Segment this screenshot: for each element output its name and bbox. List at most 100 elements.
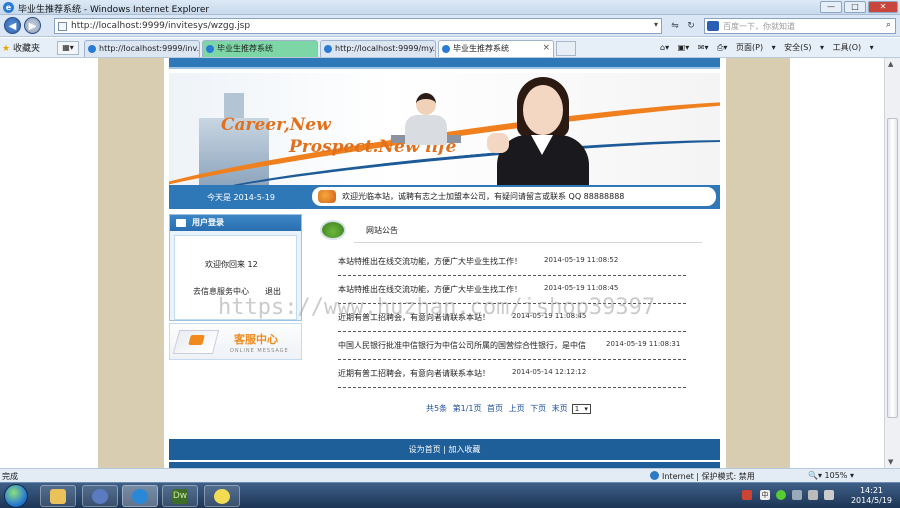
news-title: 网站公告 xyxy=(366,226,398,235)
address-field[interactable]: http://localhost:9999/invitesys/wzgg.jsp… xyxy=(54,18,662,34)
tab-4-active[interactable]: 毕业生推荐系统 × xyxy=(438,40,554,57)
page-select[interactable]: 1 ▾ xyxy=(571,404,591,414)
maximize-button[interactable]: □ xyxy=(844,1,866,13)
taskbar-dreamweaver[interactable]: Dw xyxy=(162,485,198,507)
address-toolbar: ◀ ▶ http://localhost:9999/invitesys/wzgg… xyxy=(0,15,900,37)
minimize-button[interactable]: — xyxy=(820,1,842,13)
taskbar-sticky[interactable] xyxy=(204,485,240,507)
favorites-button[interactable]: ★ 收藏夹 xyxy=(2,41,40,54)
search-icon[interactable]: ⌕ xyxy=(886,20,891,30)
favorites-label: 收藏夹 xyxy=(12,44,40,54)
info-bar: 今天是 2014-5-19 欢迎光临本站，诚聘有志之士加盟本公司，有疑问请留言或… xyxy=(169,185,720,209)
close-button[interactable]: ✕ xyxy=(868,1,898,13)
command-menus[interactable]: 页面(P) ▾ 安全(S) ▾ 工具(O) ▾ xyxy=(736,43,874,52)
window-titlebar: e 毕业生推荐系统 - Windows Internet Explorer — … xyxy=(0,0,900,15)
quick-tabs-icon[interactable]: ▦▾ xyxy=(57,41,79,55)
news-icon xyxy=(320,220,346,240)
globe-icon xyxy=(650,471,659,480)
tab-bar: ★ 收藏夹 ▦▾ http://localhost:9999/inv... 毕业… xyxy=(0,38,900,58)
page-bg-left xyxy=(98,58,164,468)
scroll-down-icon[interactable]: ▼ xyxy=(888,458,893,466)
banner-line1: Career,New xyxy=(221,115,331,135)
ie-icon xyxy=(132,489,148,504)
dreamweaver-icon: Dw xyxy=(172,489,188,504)
volume-icon[interactable] xyxy=(824,490,834,500)
tab-3[interactable]: http://localhost:9999/my... xyxy=(320,40,436,57)
media-player-icon xyxy=(92,489,108,504)
print-icon[interactable]: ⎙▾ xyxy=(717,43,727,52)
speaker-icon xyxy=(318,190,336,203)
tab-close-icon[interactable]: × xyxy=(542,41,550,56)
network-icon[interactable] xyxy=(792,490,802,500)
command-bar[interactable]: ⌂▾ ▣▾ ✉▾ ⎙▾ 页面(P) ▾ 安全(S) ▾ 工具(O) ▾ xyxy=(660,42,874,53)
ie-tab-icon xyxy=(324,45,332,53)
ie-tab-icon xyxy=(88,45,96,53)
news-item[interactable]: 近期有普工招聘会，有意向者请联系本站！ 2014-05-14 12:12:12 xyxy=(338,364,686,388)
forward-button[interactable]: ▶ xyxy=(24,17,41,34)
ime-icon[interactable]: 中 xyxy=(760,490,770,500)
back-button[interactable]: ◀ xyxy=(4,17,21,34)
ie-tab-icon xyxy=(206,45,214,53)
tray-update-icon[interactable] xyxy=(776,490,786,500)
welcome-text: 欢迎你回来 12 xyxy=(205,260,258,269)
pager[interactable]: 共5条 第1/1页 首页 上页 下页 末页 1 ▾ xyxy=(426,403,591,414)
tab-1[interactable]: http://localhost:9999/inv... xyxy=(84,40,200,57)
clock[interactable]: 14:21 2014/5/19 xyxy=(851,486,892,506)
taskbar-media[interactable] xyxy=(82,485,118,507)
mail-icon[interactable]: ✉▾ xyxy=(698,43,709,52)
star-icon: ★ xyxy=(2,44,11,54)
tab-2[interactable]: 毕业生推荐系统 xyxy=(202,40,318,57)
marquee-message: 欢迎光临本站，诚聘有志之士加盟本公司，有疑问请留言或联系 QQ 88888888 xyxy=(312,187,716,206)
security-zone[interactable]: Internet | 保护模式: 禁用 xyxy=(650,471,755,482)
banner-person-small xyxy=(391,93,461,153)
watermark-text: https://www.huzhan.com/ishop39397 xyxy=(218,295,656,320)
taskbar-ie[interactable] xyxy=(122,485,158,507)
new-tab-button[interactable] xyxy=(556,41,576,56)
taskbar-explorer[interactable] xyxy=(40,485,76,507)
service-title: 客服中心 xyxy=(234,333,278,346)
sticky-notes-icon xyxy=(214,489,230,504)
refresh-icon[interactable]: ↻ xyxy=(683,18,699,34)
service-subtitle: ONLINE MESSAGE xyxy=(230,348,289,354)
baidu-icon xyxy=(707,21,719,31)
news-item[interactable]: 本站特推出在线交流功能，方便广大毕业生找工作！ 2014-05-19 11:08:… xyxy=(338,252,686,276)
scroll-thumb[interactable] xyxy=(887,118,898,418)
start-button[interactable] xyxy=(4,484,28,508)
status-bar: 完成 Internet | 保护模式: 禁用 🔍▾ 105% ▾ xyxy=(0,468,900,482)
search-placeholder: 百度一下，你就知道 xyxy=(723,22,795,31)
ie-logo-icon: e xyxy=(3,2,14,13)
news-item[interactable]: 中国人民银行批准中信银行为中信公司所属的国营综合性银行，是中信 2014-05-1… xyxy=(338,336,686,360)
tray-app-icon[interactable] xyxy=(742,490,752,500)
page-bg-right xyxy=(726,58,790,468)
scroll-up-icon[interactable]: ▲ xyxy=(888,60,893,68)
system-tray: 中 14:21 2014/5/19 xyxy=(740,486,900,506)
site-footer[interactable]: 设为首页 | 加入收藏 xyxy=(169,439,720,460)
address-url: http://localhost:9999/invitesys/wzgg.jsp xyxy=(71,21,251,31)
flag-icon[interactable] xyxy=(808,490,818,500)
site-banner: Career,New Prospect.New life xyxy=(169,73,720,185)
address-dropdown-icon[interactable]: ▾ xyxy=(654,20,658,29)
login-icon xyxy=(176,219,186,227)
site-topbar xyxy=(169,58,720,69)
page-viewport: Career,New Prospect.New life 今天是 2014-5-… xyxy=(0,58,884,468)
vertical-scrollbar[interactable]: ▲ ▼ xyxy=(884,58,900,468)
site-page: Career,New Prospect.New life 今天是 2014-5-… xyxy=(164,58,726,468)
status-text: 完成 xyxy=(2,472,18,481)
pager-text[interactable]: 共5条 第1/1页 首页 上页 下页 末页 xyxy=(426,404,568,413)
window-controls: — □ ✕ xyxy=(820,1,898,13)
taskbar: Dw 中 14:21 2014/5/19 xyxy=(0,482,900,508)
customer-service-banner[interactable]: 客服中心 ONLINE MESSAGE xyxy=(169,323,302,360)
zoom-level[interactable]: 🔍▾ 105% ▾ xyxy=(808,471,854,480)
search-box[interactable]: 百度一下，你就知道 ⌕ xyxy=(704,18,896,34)
banner-person-main xyxy=(487,73,599,185)
page-icon xyxy=(58,22,67,31)
news-divider xyxy=(354,242,702,243)
ie-tab-icon xyxy=(442,45,450,53)
compat-view-icon[interactable]: ⇋ xyxy=(667,18,683,34)
folder-icon xyxy=(50,489,66,504)
home-icon[interactable]: ⌂▾ xyxy=(660,43,669,52)
window-title: 毕业生推荐系统 - Windows Internet Explorer xyxy=(18,5,210,15)
today-date: 今天是 2014-5-19 xyxy=(207,193,275,202)
feeds-icon[interactable]: ▣▾ xyxy=(678,43,690,52)
phone-icon xyxy=(172,330,220,354)
